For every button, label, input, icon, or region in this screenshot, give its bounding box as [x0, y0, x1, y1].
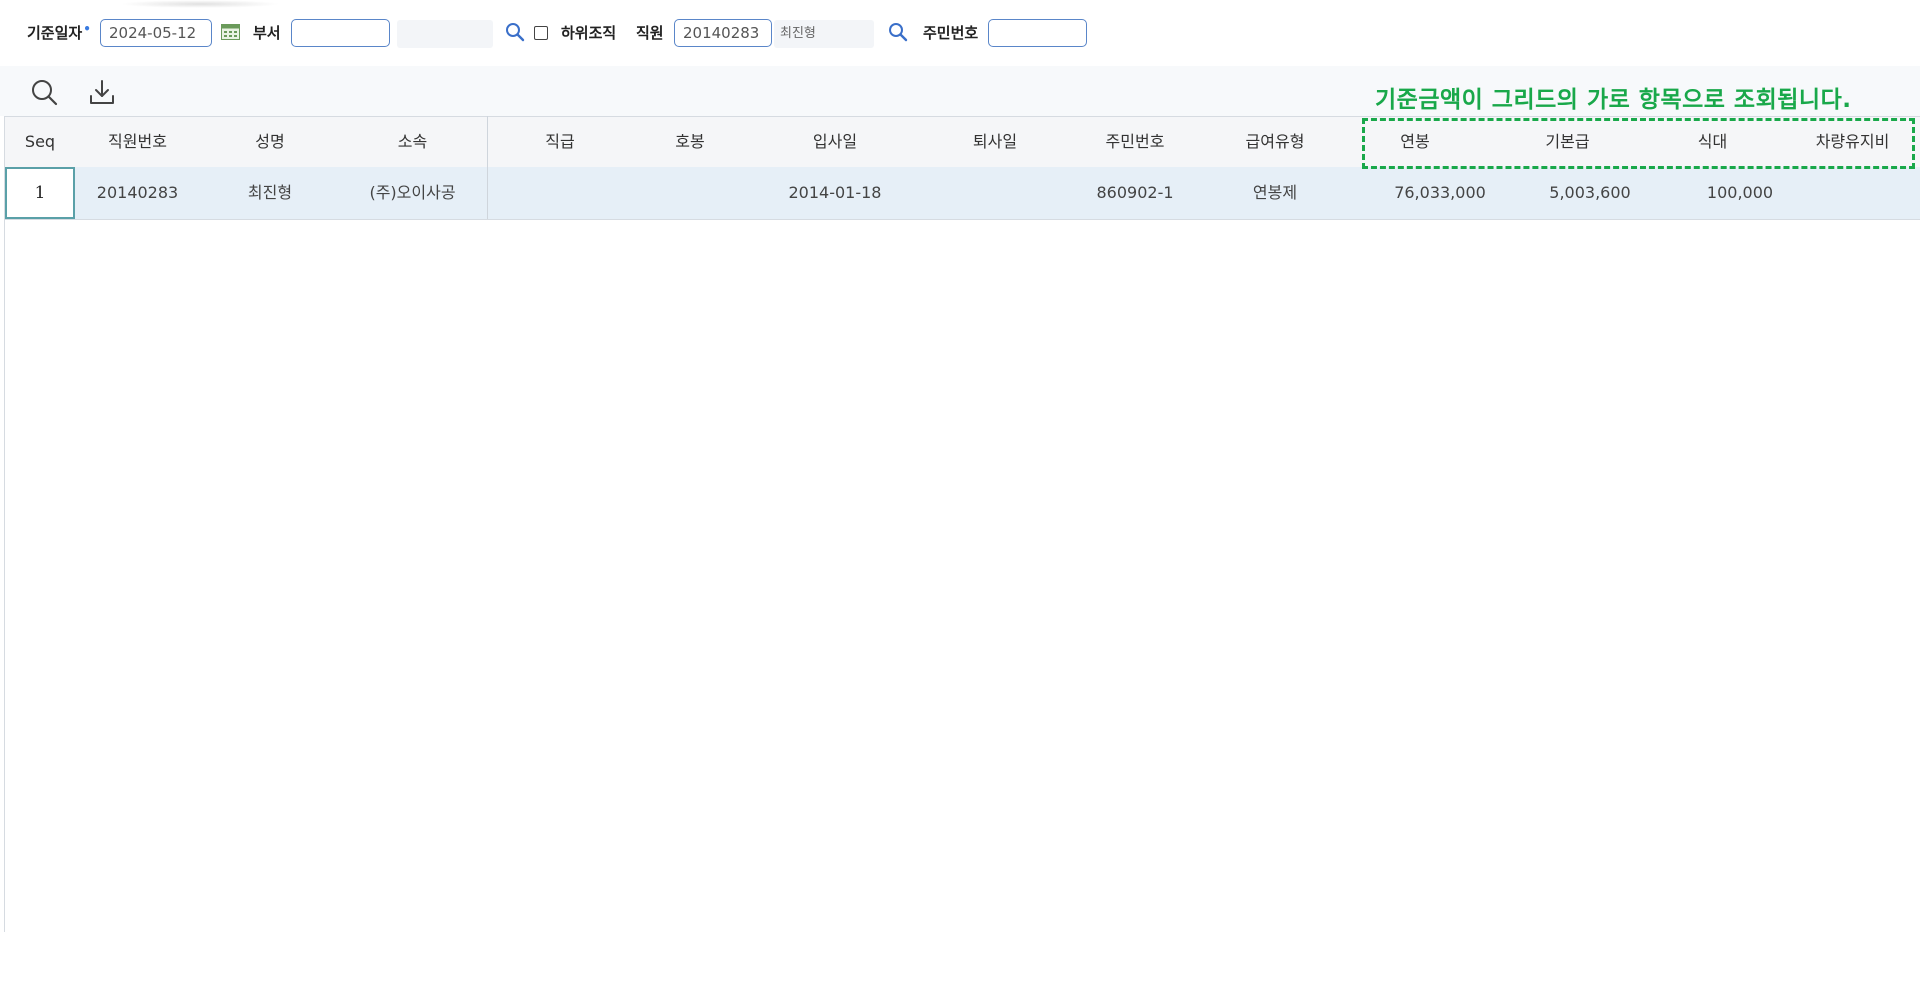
search-icon[interactable]: [29, 77, 59, 107]
sub-org-label: 하위조직: [561, 24, 617, 42]
col-header-step[interactable]: 호봉: [625, 117, 755, 167]
table-row[interactable]: 1 20140283 최진형 (주)오이사공 2014-01-18 860902…: [5, 167, 1920, 220]
filter-shadow: [120, 0, 280, 8]
required-mark: •: [83, 22, 91, 36]
dept-search-icon[interactable]: [504, 21, 526, 43]
cell-resident-no[interactable]: 860902-1: [1065, 167, 1205, 219]
sub-org-checkbox[interactable]: [534, 26, 548, 40]
col-header-seq[interactable]: Seq: [5, 117, 75, 167]
cell-pay-type[interactable]: 연봉제: [1205, 167, 1345, 219]
resident-no-label: 주민번호: [923, 24, 979, 42]
col-header-name[interactable]: 성명: [210, 117, 330, 167]
col-header-emp-no[interactable]: 직원번호: [75, 117, 200, 167]
grid-header-row: Seq 직원번호 성명 소속 직급 호봉 입사일 퇴사일 주민번호 급여유형 연…: [5, 116, 1920, 168]
frozen-column-divider: [487, 116, 488, 219]
cell-resign-date[interactable]: [925, 167, 1065, 219]
col-header-base-pay[interactable]: 기본급: [1500, 117, 1635, 167]
cell-base-pay[interactable]: 5,003,600: [1515, 167, 1665, 219]
dept-name-field: [397, 20, 493, 48]
col-header-annual-salary[interactable]: 연봉: [1350, 117, 1480, 167]
col-header-affiliation[interactable]: 소속: [350, 117, 475, 167]
resident-no-input[interactable]: [988, 19, 1087, 47]
cell-step[interactable]: [625, 167, 755, 219]
col-header-hire-date[interactable]: 입사일: [765, 117, 905, 167]
cell-hire-date[interactable]: 2014-01-18: [765, 167, 905, 219]
col-header-grade[interactable]: 직급: [495, 117, 625, 167]
cell-grade[interactable]: [495, 167, 625, 219]
col-header-resident-no[interactable]: 주민번호: [1065, 117, 1205, 167]
base-date-label: 기준일자•: [27, 22, 91, 42]
col-header-resign-date[interactable]: 퇴사일: [925, 117, 1065, 167]
col-header-vehicle[interactable]: 차량유지비: [1785, 117, 1920, 167]
cell-affiliation[interactable]: (주)오이사공: [350, 167, 475, 219]
cell-emp-no[interactable]: 20140283: [75, 167, 200, 219]
base-date-input[interactable]: 2024-05-12: [100, 19, 212, 47]
employee-label: 직원: [636, 24, 664, 42]
annotation-text: 기준금액이 그리드의 가로 항목으로 조회됩니다.: [1375, 87, 1852, 113]
cell-vehicle[interactable]: [1785, 167, 1920, 219]
col-header-meal[interactable]: 식대: [1645, 117, 1780, 167]
col-header-pay-type[interactable]: 급여유형: [1205, 117, 1345, 167]
employee-id-input[interactable]: 20140283: [674, 19, 772, 47]
employee-name-field: 최진형: [774, 20, 874, 48]
dept-label: 부서: [253, 24, 281, 42]
cell-name[interactable]: 최진형: [210, 167, 330, 219]
dept-code-input[interactable]: [291, 19, 390, 47]
cell-annual-salary[interactable]: 76,033,000: [1365, 167, 1515, 219]
cell-seq[interactable]: 1: [5, 167, 75, 219]
download-icon[interactable]: [87, 77, 117, 107]
calendar-icon[interactable]: [220, 22, 240, 40]
employee-search-icon[interactable]: [887, 21, 909, 43]
filter-bar: 기준일자• 2024-05-12 부서 하위조직 직원 20140283 최진형…: [0, 0, 1920, 66]
data-grid: Seq 직원번호 성명 소속 직급 호봉 입사일 퇴사일 주민번호 급여유형 연…: [4, 116, 1920, 932]
